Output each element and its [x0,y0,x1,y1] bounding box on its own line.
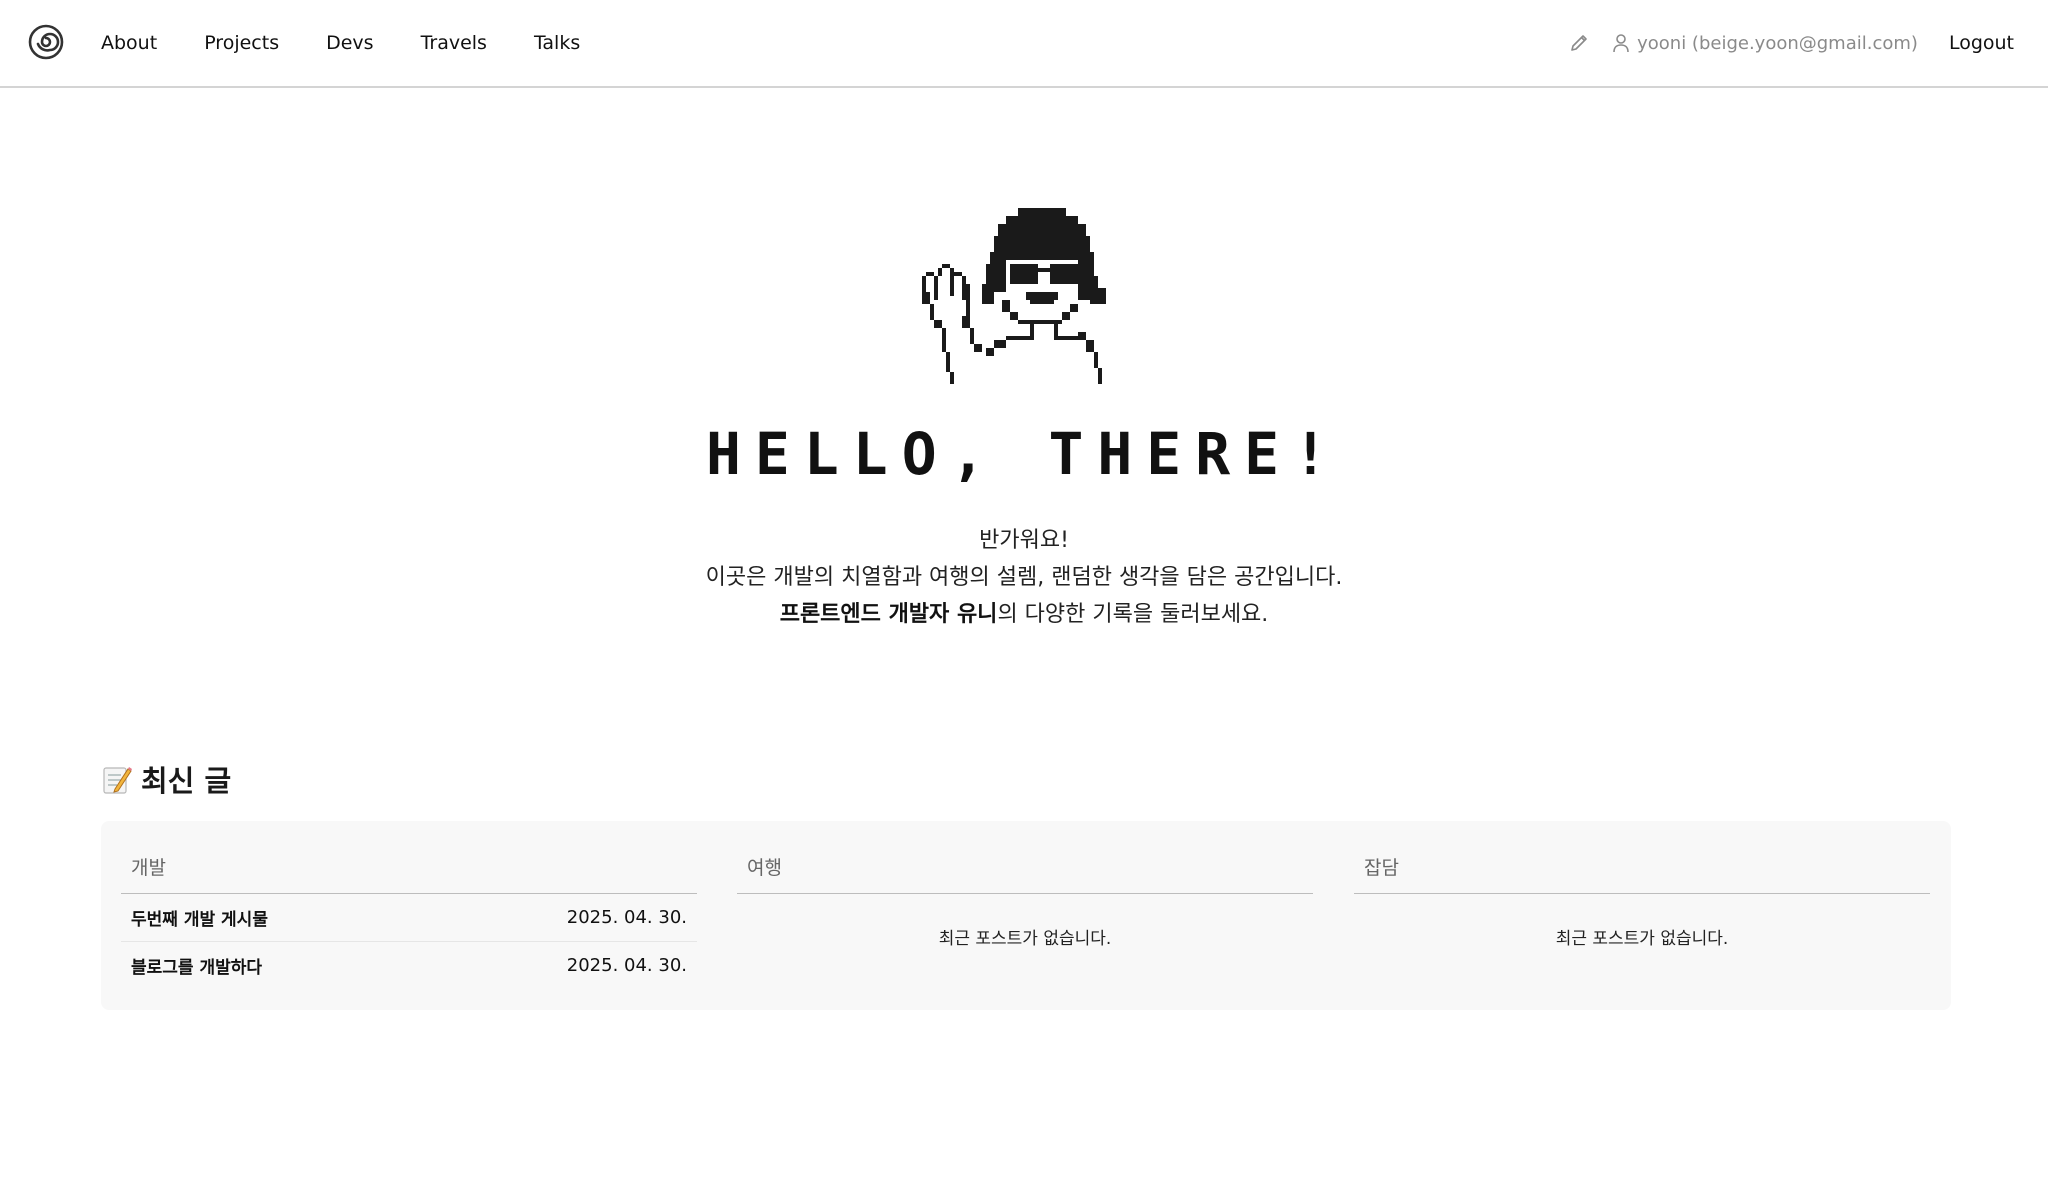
user-label: yooni (beige.yoon@gmail.com) [1637,32,1918,54]
logout-button[interactable]: Logout [1949,32,2014,54]
post-title[interactable]: 두번째 개발 게시물 [131,905,268,930]
post-item[interactable]: 두번째 개발 게시물 2025. 04. 30. [121,894,697,941]
nav-projects[interactable]: Projects [204,32,279,54]
intro-line-3: 프론트엔드 개발자 유니의 다양한 기록을 둘러보세요. [0,596,2048,633]
column-title-travel: 여행 [747,857,782,879]
post-title[interactable]: 블로그를 개발하다 [131,953,262,978]
intro-line-3-rest: 의 다양한 기록을 둘러보세요. [997,602,1269,627]
nav-devs[interactable]: Devs [326,32,373,54]
post-date: 2025. 04. 30. [566,954,687,976]
main-nav: About Projects Devs Travels Talks [101,0,627,86]
column-title-dev: 개발 [131,857,166,879]
hero-intro: 반가워요! 이곳은 개발의 치열함과 여행의 설렘, 랜덤한 생각을 담은 공간… [0,522,2048,633]
column-travel: 여행 최근 포스트가 없습니다. [737,821,1313,1010]
memo-icon [103,767,132,794]
post-item[interactable]: 블로그를 개발하다 2025. 04. 30. [121,941,697,988]
intro-line-2: 이곳은 개발의 치열함과 여행의 설렘, 랜덤한 생각을 담은 공간입니다. [705,565,1343,590]
column-title-talk: 잡담 [1364,857,1399,879]
column-dev: 개발 두번째 개발 게시물 2025. 04. 30. 블로그를 개발하다 20… [121,821,697,1010]
column-divider [1354,893,1930,894]
intro-author-name: 프론트엔드 개발자 유니 [779,602,998,627]
column-divider [737,893,1313,894]
pencil-icon[interactable] [1568,32,1590,54]
recent-posts-heading: 최신 글 [101,758,231,800]
empty-posts-message: 최근 포스트가 없습니다. [1555,929,1729,949]
hero-title: HELLO, THERE! [706,420,1342,488]
post-date: 2025. 04. 30. [566,907,687,928]
top-navbar: About Projects Devs Travels Talks yooni … [0,0,2048,88]
pixel-avatar-waving-icon [922,208,1106,384]
nav-talks[interactable]: Talks [534,32,580,54]
nav-travels[interactable]: Travels [421,32,487,54]
spiral-logo-icon[interactable] [28,24,64,60]
user-nav: yooni (beige.yoon@gmail.com) Logout [1568,0,2014,86]
nav-about[interactable]: About [101,32,157,54]
recent-posts-title: 최신 글 [141,764,232,798]
recent-posts-panel: 개발 두번째 개발 게시물 2025. 04. 30. 블로그를 개발하다 20… [101,821,1951,1010]
empty-posts-message: 최근 포스트가 없습니다. [938,929,1112,949]
column-talk: 잡담 최근 포스트가 없습니다. [1354,821,1930,1010]
intro-line-1: 반가워요! [979,528,1069,553]
user-icon [1613,34,1629,53]
